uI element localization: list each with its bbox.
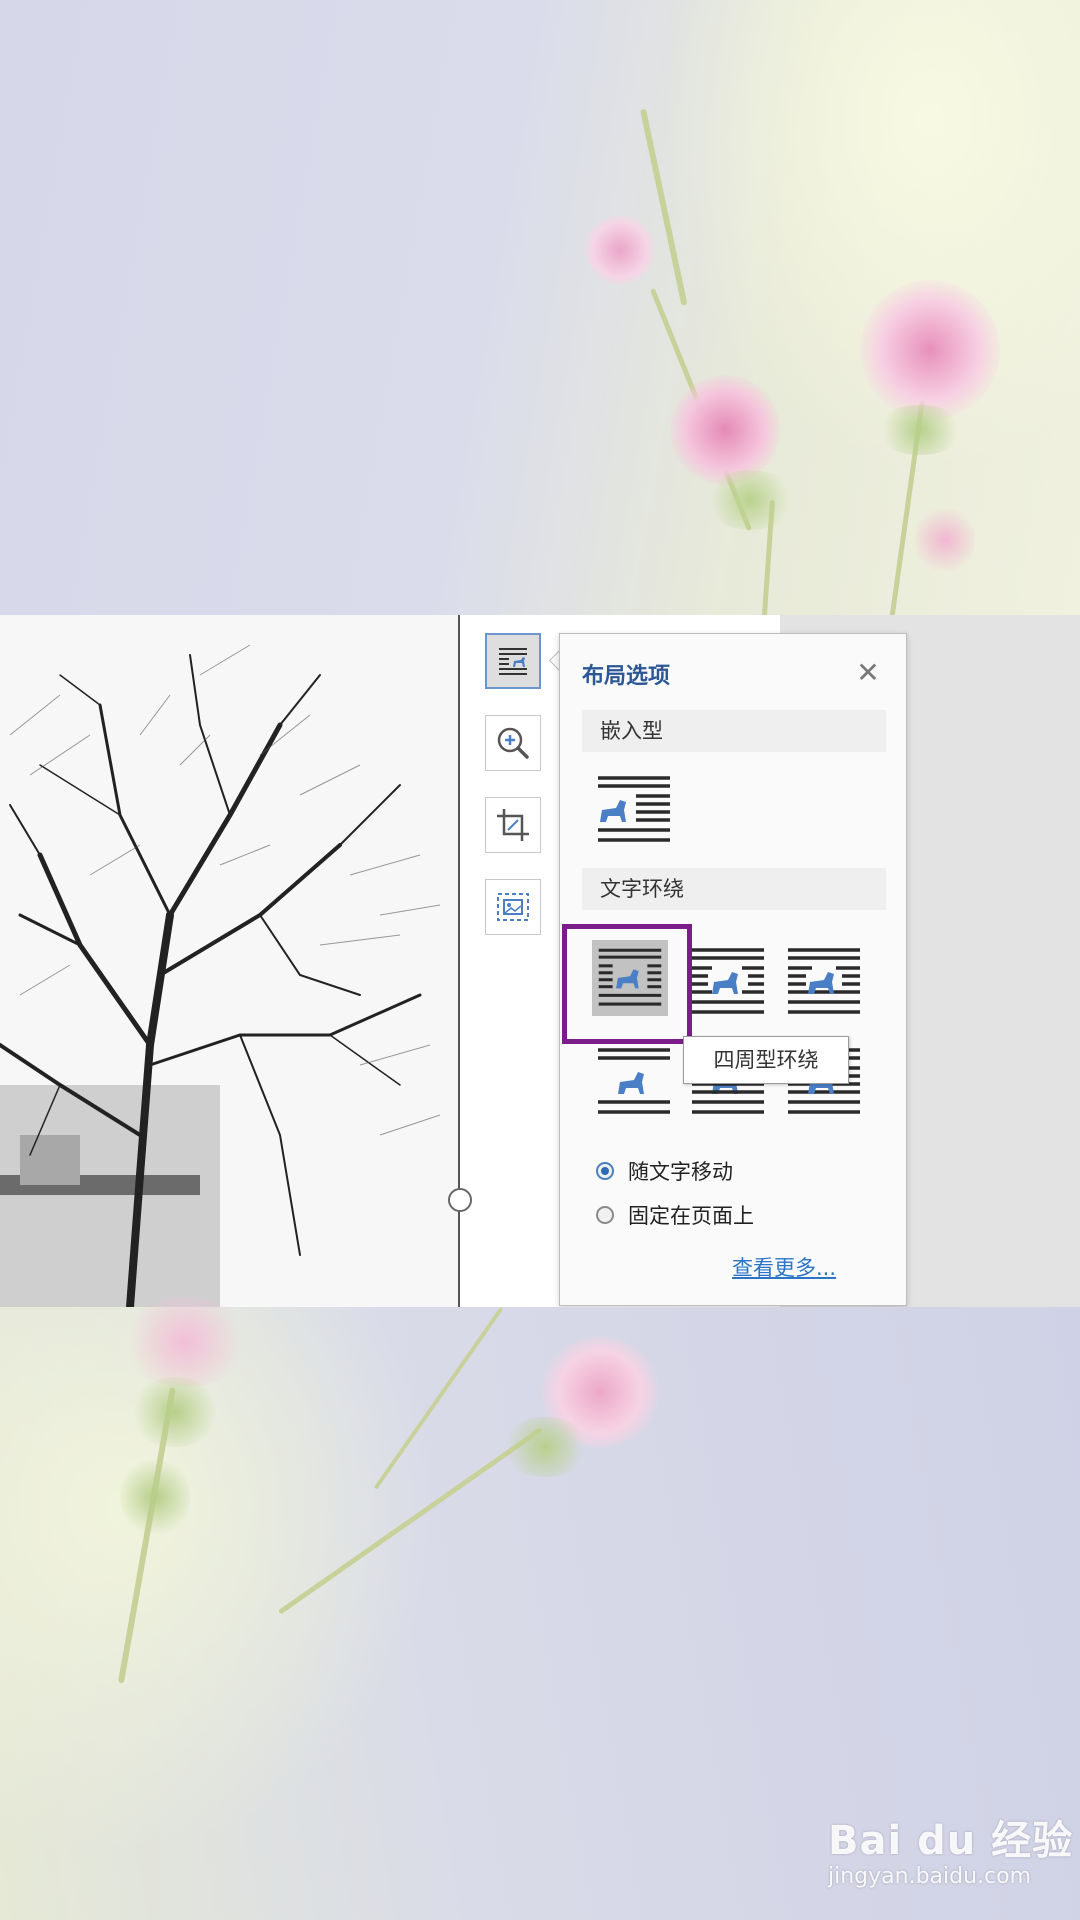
- close-icon[interactable]: ✕: [848, 652, 888, 692]
- section-inline: 嵌入型: [582, 710, 886, 752]
- background-painting-top: [0, 0, 1080, 621]
- crop-image-button[interactable]: [485, 797, 541, 853]
- tree-sketch-drawing: [0, 644, 441, 1307]
- watermark-url: jingyan.baidu.com: [828, 1864, 1032, 1889]
- fix-on-page-option[interactable]: 固定在页面上: [596, 1200, 754, 1230]
- text-wrap-icon: [499, 648, 527, 675]
- document-view: 布局选项 ✕ 嵌入型 文字环绕 四周型环绕 随文字移动 固定在页面上 查看更多.…: [0, 615, 1080, 1307]
- top-bottom-wrap-option[interactable]: [596, 1044, 672, 1120]
- watermark-logo: Bai du 经验: [828, 1818, 1074, 1864]
- zoom-image-button[interactable]: [485, 715, 541, 771]
- move-with-text-option[interactable]: 随文字移动: [596, 1156, 733, 1186]
- move-with-text-label: 随文字移动: [628, 1160, 733, 1184]
- layout-options-button[interactable]: [485, 633, 541, 689]
- resize-handle[interactable]: [448, 1188, 472, 1212]
- radio-unchecked-icon[interactable]: [596, 1206, 614, 1224]
- crop-icon: [497, 809, 529, 841]
- inline-option[interactable]: [596, 772, 672, 848]
- baidu-jingyan-watermark: Bai du 经验 jingyan.baidu.com: [828, 1808, 1073, 1889]
- through-wrap-icon: [788, 948, 860, 1014]
- see-more-link[interactable]: 查看更多...: [732, 1252, 836, 1282]
- tight-wrap-option[interactable]: [690, 944, 766, 1020]
- picture-frame-icon: [497, 893, 529, 921]
- section-text-wrap: 文字环绕: [582, 868, 886, 910]
- tight-wrap-icon: [692, 948, 764, 1014]
- panel-title: 布局选项: [582, 664, 671, 689]
- image-options-button[interactable]: [485, 879, 541, 935]
- top-bottom-wrap-icon: [598, 1048, 670, 1114]
- wrap-tooltip: 四周型环绕: [683, 1036, 849, 1084]
- layout-options-panel: 布局选项 ✕ 嵌入型 文字环绕 四周型环绕 随文字移动 固定在页面上 查看更多.…: [559, 633, 907, 1306]
- selection-highlight-box: [562, 924, 692, 1044]
- inline-wrap-icon: [598, 776, 670, 842]
- radio-checked-icon[interactable]: [596, 1162, 614, 1180]
- tree-sketch-image[interactable]: [0, 615, 458, 1307]
- through-wrap-option[interactable]: [786, 944, 862, 1020]
- zoom-in-icon: [497, 727, 529, 759]
- fix-on-page-label: 固定在页面上: [628, 1204, 754, 1228]
